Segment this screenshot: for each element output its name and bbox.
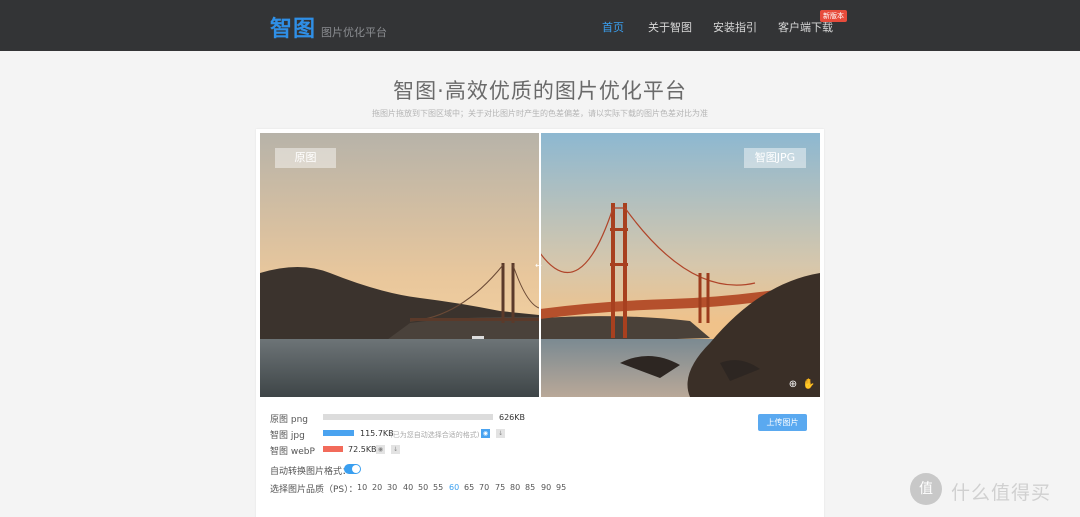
nav-item-install[interactable]: 安装指引 (713, 19, 757, 35)
quality-option[interactable]: 90 (541, 483, 551, 492)
auto-convert-toggle[interactable] (344, 464, 361, 474)
site-subtitle: 图片优化平台 (321, 26, 387, 39)
quality-option[interactable]: 40 (403, 483, 413, 492)
quality-option[interactable]: 55 (433, 483, 443, 492)
drag-handle-icon[interactable]: ↔ (535, 261, 542, 270)
eye-icon[interactable]: ◉ (376, 445, 385, 454)
auto-convert-label: 自动转换图片格式： (270, 467, 352, 477)
quality-option[interactable]: 75 (495, 483, 505, 492)
jpg-size-bar-fill (323, 430, 355, 436)
original-size-bar-fill (323, 414, 493, 420)
quality-option[interactable]: 65 (464, 483, 474, 492)
quality-option[interactable]: 30 (387, 483, 397, 492)
nav-item-home[interactable]: 首页 (602, 19, 624, 35)
hand-drag-icon[interactable]: ✋ (802, 378, 816, 392)
zoom-in-icon[interactable]: ⊕ (786, 378, 800, 392)
watermark-text: 什么值得买 (951, 482, 1052, 504)
original-image-preview (260, 133, 539, 397)
webp-size: 72.5KB (348, 445, 377, 454)
upload-image-button[interactable]: 上传图片 (758, 414, 807, 431)
quality-option[interactable]: 50 (418, 483, 428, 492)
eye-icon[interactable]: ◉ (481, 429, 490, 438)
site-logo[interactable]: 智图 (270, 11, 316, 43)
original-size-bar (323, 414, 493, 420)
optimizer-card: ↔ 原图 智图JPG ⊕ ✋ (256, 129, 824, 517)
download-icon[interactable]: ↓ (496, 429, 505, 438)
row-label-webp: 智图 webP (270, 447, 315, 457)
row-label-jpg: 智图 jpg (270, 431, 305, 441)
webp-size-bar-fill (323, 446, 343, 452)
original-image-label: 原图 (275, 148, 336, 168)
quality-option-selected[interactable]: 60 (449, 483, 459, 492)
top-navigation-bar: 智图 图片优化平台 首页 关于智图 安装指引 客户端下载 新版本 (0, 0, 1080, 51)
watermark-logo: 值 (910, 473, 942, 505)
jpg-size: 115.7KB (360, 429, 394, 438)
quality-option[interactable]: 20 (372, 483, 382, 492)
page-title: 智图·高效优质的图片优化平台 (393, 79, 687, 103)
nav-item-about[interactable]: 关于智图 (648, 19, 692, 35)
quality-option[interactable]: 70 (479, 483, 489, 492)
row-label-original: 原图 png (270, 415, 308, 425)
optimized-image-label: 智图JPG (744, 148, 806, 168)
new-version-badge: 新版本 (820, 10, 847, 22)
toggle-knob (352, 465, 360, 473)
original-size: 626KB (499, 413, 526, 422)
image-compare-area[interactable]: ↔ 原图 智图JPG ⊕ ✋ (260, 133, 820, 397)
quality-label: 选择图片品质（PS）： (270, 485, 358, 495)
quality-option[interactable]: 95 (556, 483, 566, 492)
jpg-auto-format-note: (已为您自动选择合适的格式) (390, 431, 480, 439)
quality-option[interactable]: 80 (510, 483, 520, 492)
quality-option[interactable]: 10 (357, 483, 367, 492)
page-hint: 拖图片拖放到下图区域中；关于对比图片时产生的色差偏差，请以实际下载的图片色差对比… (372, 109, 708, 118)
optimized-image-preview (540, 133, 820, 397)
download-icon[interactable]: ↓ (391, 445, 400, 454)
quality-option[interactable]: 85 (525, 483, 535, 492)
